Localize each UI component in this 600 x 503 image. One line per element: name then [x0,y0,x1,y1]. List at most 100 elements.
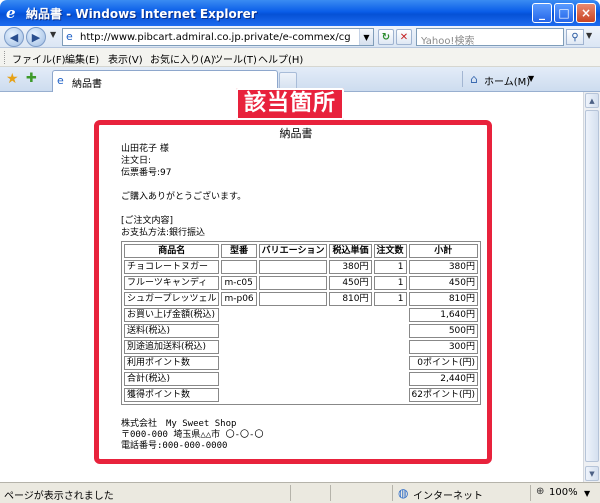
maximize-button[interactable]: □ [554,3,574,23]
summary-spacer [221,308,406,322]
address-dropdown-icon[interactable]: ▼ [359,29,373,45]
summary-row: 獲得ポイント数 62ポイント(円) [124,388,478,402]
col-header-subtotal: 小計 [408,244,478,258]
status-divider [330,485,331,501]
tab-page-icon: e [57,74,64,87]
search-input[interactable]: Yahoo!検索 [416,28,564,47]
cell-qty: 1 [373,276,407,290]
summary-row: 送料(税込) 500円 [124,324,478,338]
home-dropdown-icon[interactable]: ▼ [528,74,534,83]
summary-value: 2,440円 [408,372,478,386]
scroll-up-icon[interactable]: ▲ [585,93,599,108]
summary-row: お買い上げ金額(税込) 1,640円 [124,308,478,322]
menu-bar: ファイル(F) 編集(E) 表示(V) お気に入り(A) ツール(T) ヘルプ(… [0,48,600,67]
add-favorites-icon[interactable]: ✚ [26,71,37,86]
menu-edit[interactable]: 編集(E) [65,51,99,66]
order-table: 商品名 型番 バリエーション 税込単価 注文数 小計 チョコレートヌガー 380… [121,241,481,405]
summary-label: 合計(税込) [124,372,220,386]
table-row: シュガープレッツェル m-p06 810円 1 810円 [124,292,478,306]
cell-price: 380円 [329,260,372,274]
cell-variation [258,260,328,274]
minimize-button[interactable]: _ [532,3,552,23]
summary-value: 0ポイント(円) [408,356,478,370]
security-zone: インターネット [413,491,483,502]
summary-row: 合計(税込) 2,440円 [124,372,478,386]
cell-model: m-p06 [221,292,257,306]
cell-product: シュガープレッツェル [124,292,220,306]
col-header-variation: バリエーション [258,244,328,258]
table-header-row: 商品名 型番 バリエーション 税込単価 注文数 小計 [124,244,478,258]
page-icon: e [66,30,73,43]
summary-spacer [221,324,406,338]
cell-subtotal: 380円 [408,260,478,274]
cell-subtotal: 810円 [408,292,478,306]
menu-favorites[interactable]: お気に入り(A) [150,51,215,66]
zoom-icon[interactable]: ⊕ [536,486,544,497]
summary-spacer [221,340,406,354]
col-header-product: 商品名 [124,244,220,258]
status-text: ページが表示されました [4,491,114,502]
summary-row: 利用ポイント数 0ポイント(円) [124,356,478,370]
scroll-thumb[interactable] [585,110,599,462]
cell-model [221,260,257,274]
status-divider [530,485,531,501]
document-title: 納品書 [279,127,313,140]
refresh-icon[interactable]: ↻ [378,29,394,45]
summary-label: 送料(税込) [124,324,220,338]
address-bar: ◀ ▶ ▼ e http://www.pibcart.admiral.co.jp… [0,26,600,48]
menu-help[interactable]: ヘルプ(H) [258,51,303,66]
menu-tools[interactable]: ツール(T) [213,51,257,66]
search-options-icon[interactable]: ▼ [586,31,592,40]
summary-label: 利用ポイント数 [124,356,220,370]
payment-method: お支払方法:銀行振込 [121,228,206,238]
back-button[interactable]: ◀ [4,27,24,47]
favorites-star-icon[interactable]: ★ [6,71,19,87]
summary-spacer [221,372,406,386]
home-icon[interactable]: ⌂ [470,72,478,86]
cell-price: 450円 [329,276,372,290]
close-button[interactable]: × [576,3,596,23]
summary-row: 別途追加送料(税込) 300円 [124,340,478,354]
forward-button[interactable]: ▶ [26,27,46,47]
scroll-down-icon[interactable]: ▼ [585,466,599,481]
home-button-label[interactable]: ホーム(M) [484,73,530,88]
search-icon[interactable]: ⚲ [566,29,584,45]
menu-file[interactable]: ファイル(F) [12,51,66,66]
thanks-message: ご購入ありがとうございます。 [121,192,247,202]
cell-qty: 1 [373,260,407,274]
window-title: 納品書 - Windows Internet Explorer [26,7,257,21]
table-row: チョコレートヌガー 380円 1 380円 [124,260,478,274]
cell-product: フルーツキャンディ [124,276,220,290]
summary-value: 500円 [408,324,478,338]
address-input[interactable]: e http://www.pibcart.admiral.co.jp.priva… [62,28,374,46]
summary-spacer [221,356,406,370]
cell-variation [258,292,328,306]
title-bar: e 納品書 - Windows Internet Explorer _ □ × [0,0,600,26]
vertical-scrollbar[interactable]: ▲ ▼ [583,92,600,482]
url-text: http://www.pibcart.admiral.co.jp.private… [80,32,350,43]
zoom-dropdown-icon[interactable]: ▼ [584,489,590,498]
menu-view[interactable]: 表示(V) [108,51,143,66]
stop-icon[interactable]: ✕ [396,29,412,45]
slip-number: 伝票番号:97 [121,168,172,178]
shop-address: 〒000-000 埼玉県△△市 〇-〇-〇 [121,430,264,440]
search-placeholder: Yahoo!検索 [421,36,475,47]
status-bar: ページが表示されました ◍ インターネット ⊕ 100% ▼ [0,482,600,503]
cell-price: 810円 [329,292,372,306]
order-date: 注文日: [121,156,152,166]
shop-phone: 電話番号:000-000-0000 [121,441,228,451]
toolbar-divider [462,71,463,87]
shop-name: 株式会社 My Sweet Shop [121,419,237,429]
zoom-level[interactable]: 100% [549,487,578,498]
col-header-model: 型番 [221,244,257,258]
status-divider [392,485,393,501]
toolbar-grip [4,51,7,64]
order-section-heading: [ご注文内容] [121,216,174,226]
tab-label: 納品書 [72,79,102,90]
summary-label: 別途追加送料(税込) [124,340,220,354]
summary-spacer [221,388,406,402]
history-dropdown-icon[interactable]: ▼ [50,30,56,39]
summary-value: 62ポイント(円) [408,388,478,402]
